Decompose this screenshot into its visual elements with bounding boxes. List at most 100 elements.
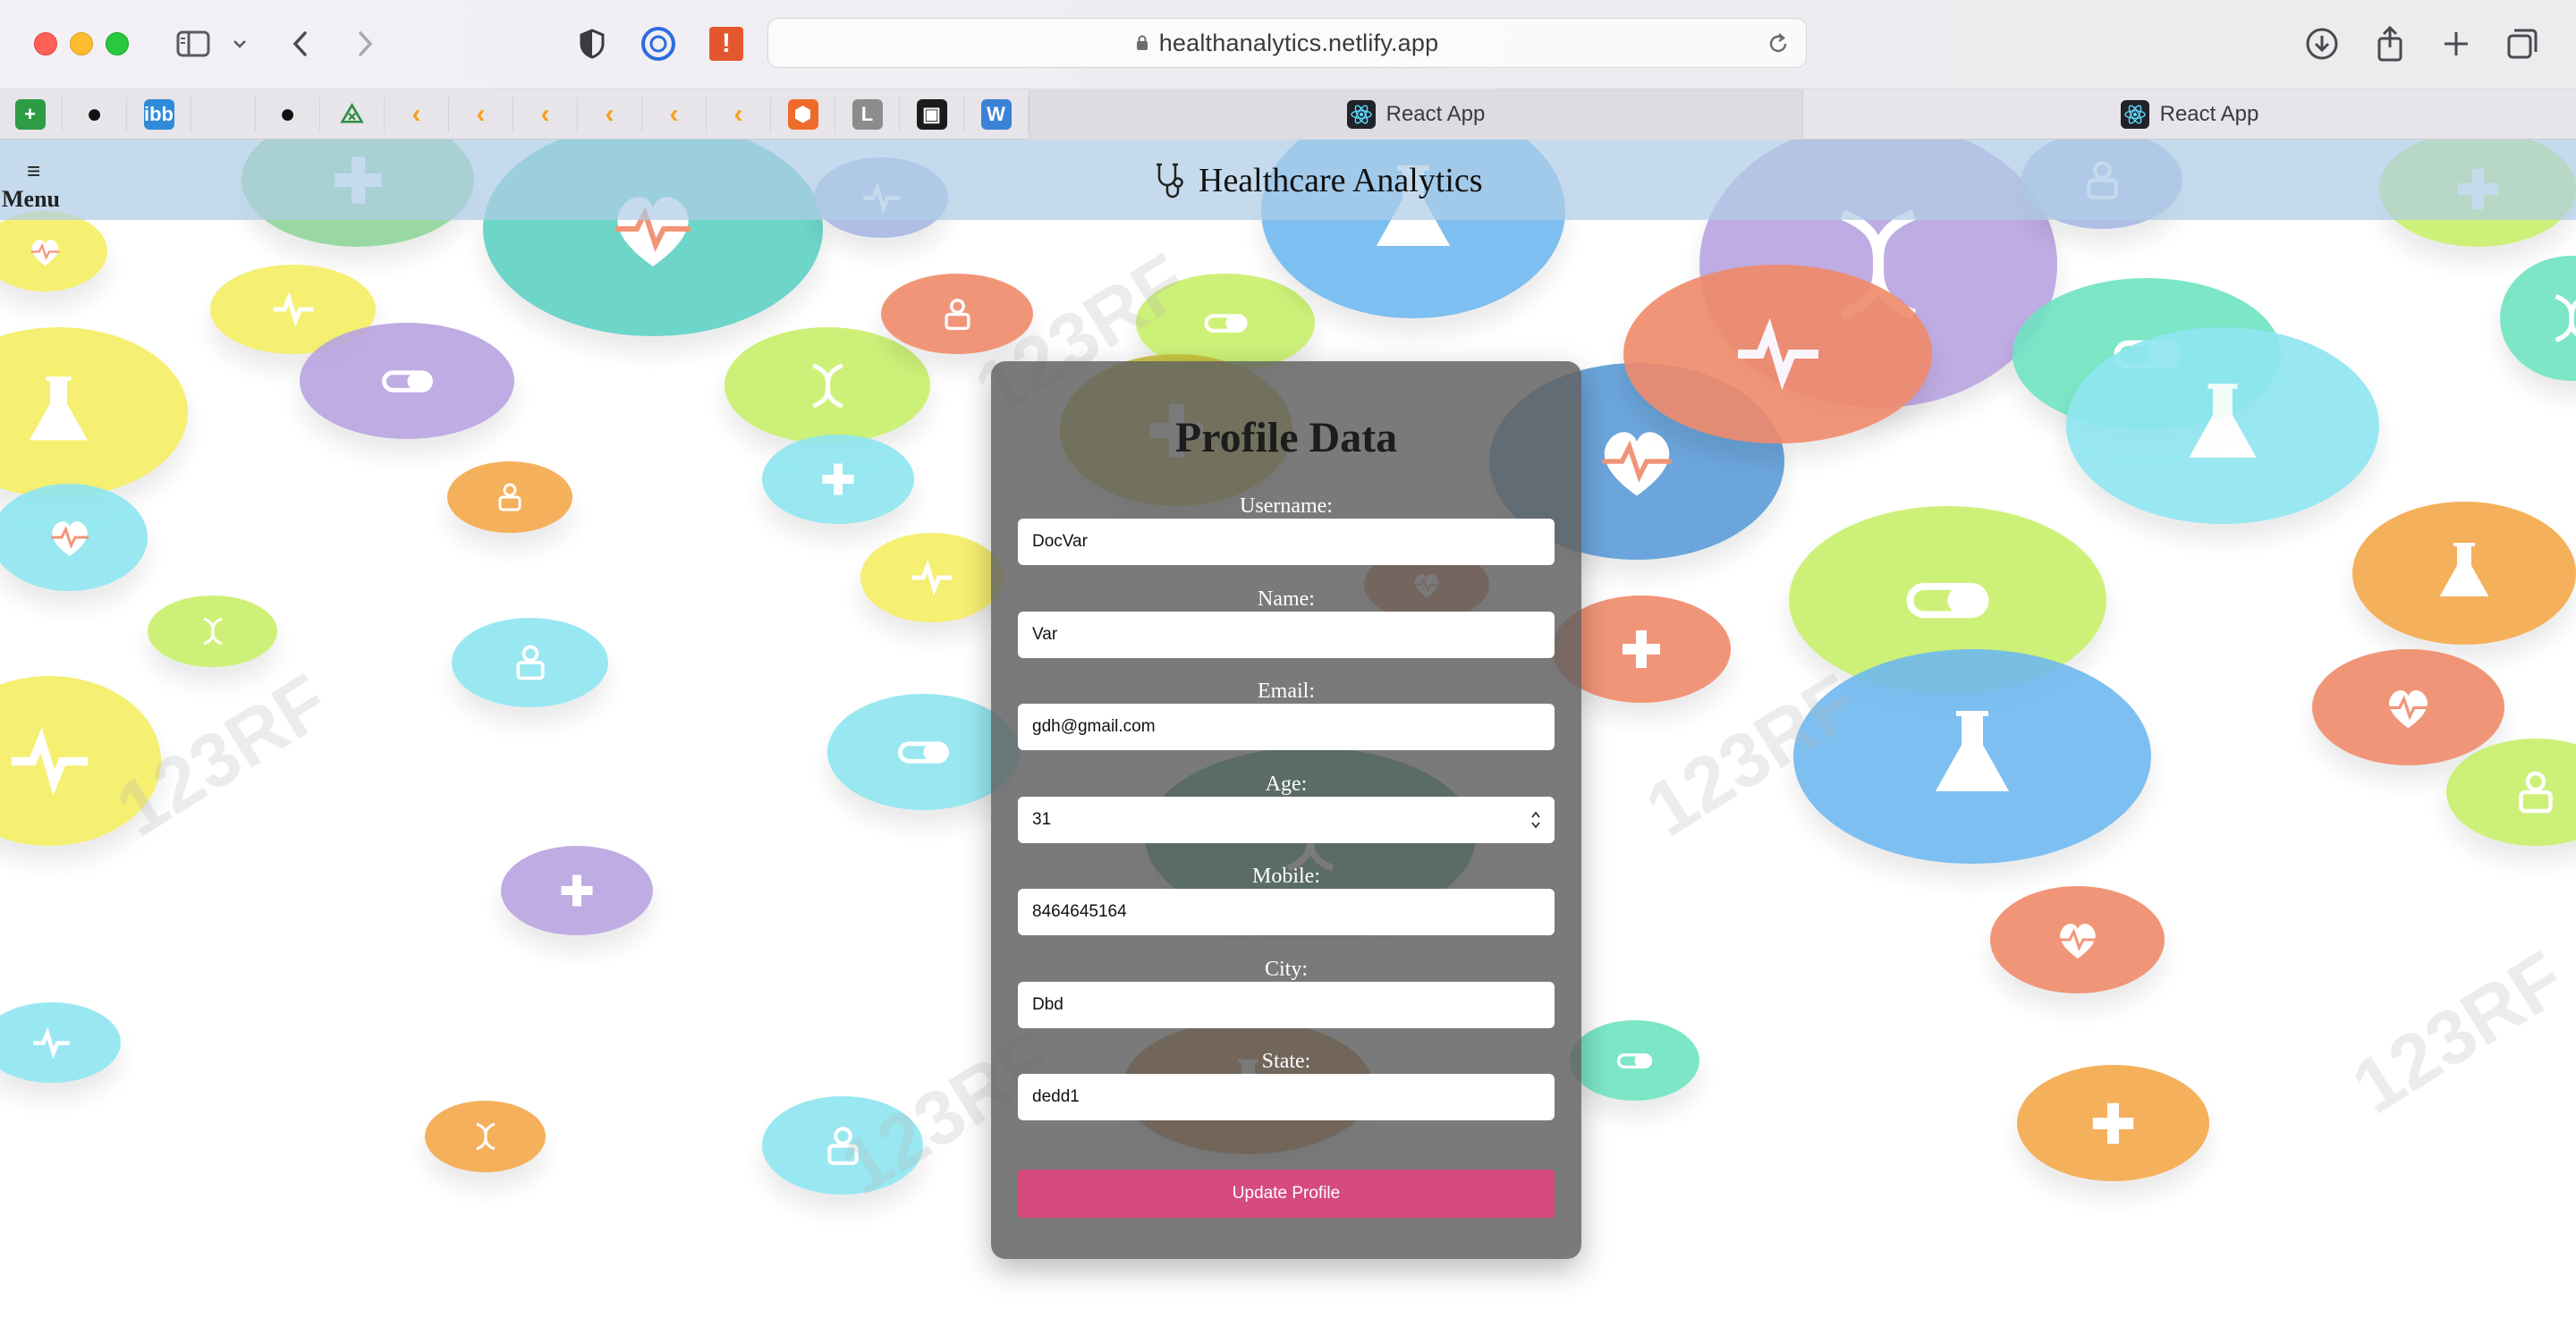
name-input[interactable]: Var [1018, 612, 1555, 658]
leetcode-icon: ‹ [733, 99, 743, 129]
medical-glyph-icon [11, 726, 88, 796]
address-bar[interactable]: healthanalytics.netlify.app [767, 18, 1807, 68]
city-input[interactable]: Dbd [1018, 982, 1555, 1028]
tab-label: React App [1385, 102, 1486, 126]
bookmark-hex-12[interactable]: ⬢ [771, 97, 835, 132]
geeksforgeeks-icon: ⨻ [340, 99, 364, 129]
bookmark-microsoft-3[interactable] [191, 97, 256, 132]
hamburger-icon: ≡ [27, 157, 41, 184]
medical-glyph-icon [1935, 711, 2010, 791]
dark-app-icon: ▣ [916, 99, 947, 130]
mobile-field-group: Mobile: 8464645164 [1018, 864, 1555, 935]
medical-icon-bubble [2312, 649, 2504, 765]
bookmark-ibb-2[interactable]: ibb [127, 97, 191, 132]
watermark: 123RF [101, 657, 343, 854]
bookmark-github-4[interactable]: ● [256, 97, 320, 132]
profile-card: Profile Data Username: DocVar Name: Var … [991, 361, 1581, 1259]
medical-icon-bubble [501, 846, 653, 935]
medical-glyph-icon [2387, 689, 2429, 728]
medical-icon-bubble [2500, 256, 2576, 381]
minimize-window-button[interactable] [70, 32, 93, 55]
medical-icon-bubble [447, 461, 572, 533]
medical-glyph-icon [898, 740, 949, 764]
medical-glyph-icon [1906, 582, 1989, 618]
leetcode-icon: ‹ [605, 99, 614, 129]
number-stepper-icon[interactable] [1530, 809, 1542, 831]
medical-icon-bubble [148, 595, 277, 667]
medical-glyph-icon [1203, 313, 1248, 333]
green-plus-icon: + [14, 99, 46, 130]
bookmark-leetcode-10[interactable]: ‹ [642, 97, 707, 132]
share-icon[interactable] [2370, 21, 2410, 66]
react-logo-icon [2120, 100, 2149, 129]
react-logo-icon [1346, 100, 1376, 129]
stethoscope-icon [1157, 163, 1183, 198]
medical-glyph-icon [911, 559, 953, 596]
bookmark-github-1[interactable]: ● [63, 97, 127, 132]
medical-icon-bubble [762, 435, 914, 524]
update-profile-button[interactable]: Update Profile [1018, 1170, 1555, 1218]
bookmark-leetcode-7[interactable]: ‹ [449, 97, 513, 132]
medical-icon-bubble [0, 1002, 121, 1083]
tab-react-app-active[interactable]: React App [1029, 89, 1803, 139]
medical-glyph-icon [561, 874, 593, 907]
downloads-icon[interactable] [2302, 21, 2342, 66]
medical-glyph-icon [1623, 630, 1660, 668]
medical-icon-bubble [300, 323, 514, 439]
chevron-down-icon[interactable] [229, 21, 250, 66]
city-label: City: [1264, 958, 1308, 981]
bookmark-l-13[interactable]: L [835, 97, 900, 132]
github-icon: ● [279, 99, 296, 129]
bookmark-leetcode-6[interactable]: ‹ [385, 97, 449, 132]
medical-glyph-icon [1737, 317, 1818, 391]
medical-icon-bubble [452, 618, 608, 707]
bookmark-leetcode-11[interactable]: ‹ [707, 97, 771, 132]
name-field-group: Name: Var [1018, 587, 1555, 658]
medical-icon-bubble [1623, 265, 1932, 443]
medical-glyph-icon [515, 645, 545, 680]
tab-react-app[interactable]: React App [1803, 89, 2576, 139]
email-input[interactable]: gdh@gmail.com [1018, 704, 1555, 750]
tab-overview-icon[interactable] [2503, 21, 2542, 66]
github-icon: ● [86, 99, 103, 129]
close-window-button[interactable] [34, 32, 57, 55]
medical-glyph-icon [202, 617, 223, 646]
medical-icon-bubble [724, 327, 930, 443]
bookmark-green-plus-0[interactable]: + [0, 97, 63, 132]
sidebar-toggle-icon[interactable] [174, 21, 213, 66]
medical-glyph-icon [1616, 1052, 1653, 1068]
mobile-input[interactable]: 8464645164 [1018, 889, 1555, 935]
url-text: healthanalytics.netlify.app [1158, 29, 1439, 56]
username-label: Username: [1240, 494, 1333, 518]
menu-button[interactable]: ≡ Menu [2, 156, 68, 212]
menu-label: Menu [2, 186, 60, 212]
profile-title: Profile Data [1174, 414, 1398, 461]
extension-alert-icon[interactable]: ! [707, 21, 746, 66]
bookmarks-tab-bar: + ● ibb ● ⨻ ‹ ‹ ‹ ‹ ‹ ‹ ⬢ L ▣ W React App React App [0, 89, 2576, 139]
watermark: 123RF [2337, 934, 2576, 1131]
back-arrow-icon[interactable] [284, 21, 317, 66]
bookmark-geeksforgeeks-5[interactable]: ⨻ [320, 97, 385, 132]
state-input[interactable]: dedd1 [1018, 1074, 1555, 1120]
reload-icon[interactable] [1767, 31, 1790, 56]
bookmark-dark-app-14[interactable]: ▣ [900, 97, 964, 132]
extension-circle-icon[interactable] [639, 21, 678, 66]
medical-icon-bubble [0, 211, 107, 291]
bookmark-leetcode-9[interactable]: ‹ [578, 97, 642, 132]
medical-glyph-icon [50, 521, 89, 556]
leetcode-icon: ‹ [476, 99, 486, 129]
leetcode-icon: ‹ [669, 99, 679, 129]
age-input[interactable]: 31 [1018, 797, 1555, 843]
medical-icon-bubble [1990, 886, 2165, 993]
username-input[interactable]: DocVar [1018, 519, 1555, 565]
zoom-window-button[interactable] [106, 32, 129, 55]
age-value: 31 [1032, 810, 1052, 829]
bookmark-w-15[interactable]: W [964, 97, 1029, 132]
medical-glyph-icon [498, 483, 521, 511]
forward-arrow-icon[interactable] [349, 21, 381, 66]
privacy-shield-icon[interactable] [574, 21, 610, 66]
app-header: ≡ Menu Healthcare Analytics [0, 139, 2576, 220]
medical-glyph-icon [2519, 771, 2553, 814]
bookmark-leetcode-8[interactable]: ‹ [513, 97, 578, 132]
new-tab-plus-icon[interactable] [2436, 21, 2476, 66]
